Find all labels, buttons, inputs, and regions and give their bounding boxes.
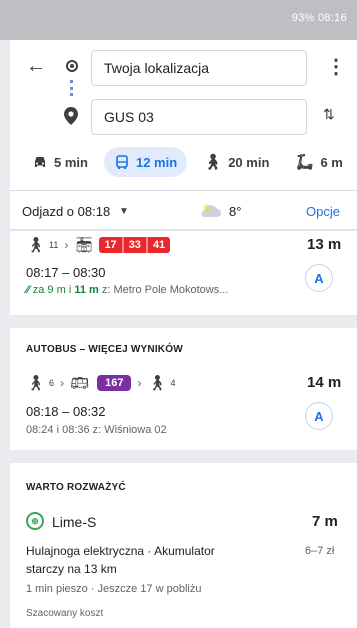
departure-time-selector[interactable]: Odjazd o 08:18 bbox=[22, 204, 110, 219]
chevron-right-icon: › bbox=[137, 376, 142, 390]
tab-cycling-label: 6 m bbox=[320, 154, 343, 170]
cost-note: Szacowany koszt bbox=[26, 608, 104, 619]
route-1-realtime: ⁄⁄ za 9 m i 11 m z: Metro Pole Mokotows.… bbox=[26, 284, 228, 296]
tab-transit[interactable]: 12 min bbox=[103, 147, 188, 177]
options-button[interactable]: Opcje bbox=[306, 204, 340, 219]
car-icon bbox=[35, 157, 45, 167]
status-bar-text: 93% 08:16 bbox=[291, 12, 347, 24]
bus-icon: 🚌︎ bbox=[70, 375, 90, 392]
navigation-arrow-icon: A bbox=[314, 270, 324, 286]
scooter-duration: 7 m bbox=[312, 513, 338, 530]
section-title-consider: WARTO ROZWAŻYĆ bbox=[26, 482, 126, 493]
chevron-right-icon: › bbox=[64, 238, 69, 252]
walk-minutes: 6 bbox=[49, 378, 55, 388]
navigate-button[interactable]: A bbox=[305, 264, 333, 292]
route-1-duration: 13 m bbox=[307, 236, 342, 253]
swap-directions-icon[interactable]: ⇅ bbox=[323, 106, 341, 126]
more-options-icon[interactable]: ⋮ bbox=[326, 54, 346, 80]
bike-icon: 🛴︎ bbox=[295, 154, 315, 171]
route-2-steps[interactable]: 🚶︎ 6 › 🚌︎ 167 › 🚶︎ 4 bbox=[26, 374, 176, 392]
temperature: 8° bbox=[229, 204, 242, 219]
route-1-time-range: 08:17 – 08:30 bbox=[26, 265, 106, 280]
walk-icon: 🚶︎ bbox=[26, 375, 46, 392]
scooter-description-2: starczy na 13 km bbox=[26, 562, 117, 576]
section-title-bus: AUTOBUS – WIĘCEJ WYNIKÓW bbox=[26, 344, 183, 355]
realtime-prefix: za 9 m i bbox=[32, 284, 72, 296]
walk-minutes: 4 bbox=[170, 378, 176, 388]
walk-icon: 🚶︎ bbox=[26, 237, 46, 254]
destination-input[interactable]: GUS 03 bbox=[91, 99, 307, 135]
cloud-icon bbox=[201, 204, 221, 217]
scooter-icon: ⊕ bbox=[26, 512, 44, 530]
route-2-alternatives: 08:24 i 08:36 z: Wiśniowa 02 bbox=[26, 424, 167, 436]
line-badge: 33 bbox=[124, 237, 148, 253]
navigate-button[interactable]: A bbox=[305, 402, 333, 430]
dropdown-caret-icon[interactable]: ▼ bbox=[119, 206, 129, 217]
bus-line-badge: 167 bbox=[97, 375, 132, 391]
origin-input[interactable]: Twoja lokalizacja bbox=[91, 50, 307, 86]
bus-icon bbox=[116, 155, 128, 169]
travel-mode-tabs: 5 min 12 min 🚶︎ 20 min 🛴︎ 6 m bbox=[22, 145, 357, 179]
tab-driving[interactable]: 5 min bbox=[22, 147, 98, 177]
walk-icon: 🚶︎ bbox=[147, 375, 167, 392]
tram-icon: 🚋︎ bbox=[74, 237, 94, 254]
provider-name[interactable]: Lime-S bbox=[52, 514, 96, 530]
back-arrow-icon[interactable]: ← bbox=[26, 55, 48, 77]
tab-cycling[interactable]: 🛴︎ 6 m bbox=[285, 147, 352, 177]
line-badge: 41 bbox=[152, 239, 166, 251]
tab-walking[interactable]: 🚶︎ 20 min bbox=[193, 147, 279, 177]
destination-pin-icon bbox=[64, 107, 78, 125]
chevron-right-icon: › bbox=[60, 376, 65, 390]
realtime-icon: ⁄⁄ bbox=[26, 284, 30, 296]
scooter-price: 6–7 zł bbox=[305, 545, 335, 557]
route-1-stop: z: Metro Pole Mokotows... bbox=[101, 284, 229, 296]
route-2-duration: 14 m bbox=[307, 374, 342, 391]
tab-walking-label: 20 min bbox=[228, 154, 270, 170]
route-connector-dots bbox=[70, 80, 73, 96]
origin-marker-icon bbox=[66, 60, 78, 72]
walk-minutes: 11 bbox=[49, 240, 59, 250]
route-2-time-range: 08:18 – 08:32 bbox=[26, 404, 106, 419]
navigation-arrow-icon: A bbox=[314, 408, 324, 424]
walk-icon: 🚶︎ bbox=[203, 154, 223, 171]
tab-transit-label: 12 min bbox=[135, 154, 178, 170]
route-1-steps: 🚶︎ 11 › 🚋︎ 17 33 41 bbox=[26, 236, 171, 254]
line-badge: 17 bbox=[99, 237, 124, 253]
realtime-next: 11 m bbox=[74, 284, 99, 296]
scooter-walk-info: 1 min pieszo · Jeszcze 17 w pobliżu bbox=[26, 583, 202, 595]
scooter-description-1: Hulajnoga elektryczna · Akumulator bbox=[26, 544, 215, 558]
tram-lines-badge: 17 33 41 bbox=[99, 237, 171, 253]
tab-driving-label: 5 min bbox=[54, 154, 88, 170]
